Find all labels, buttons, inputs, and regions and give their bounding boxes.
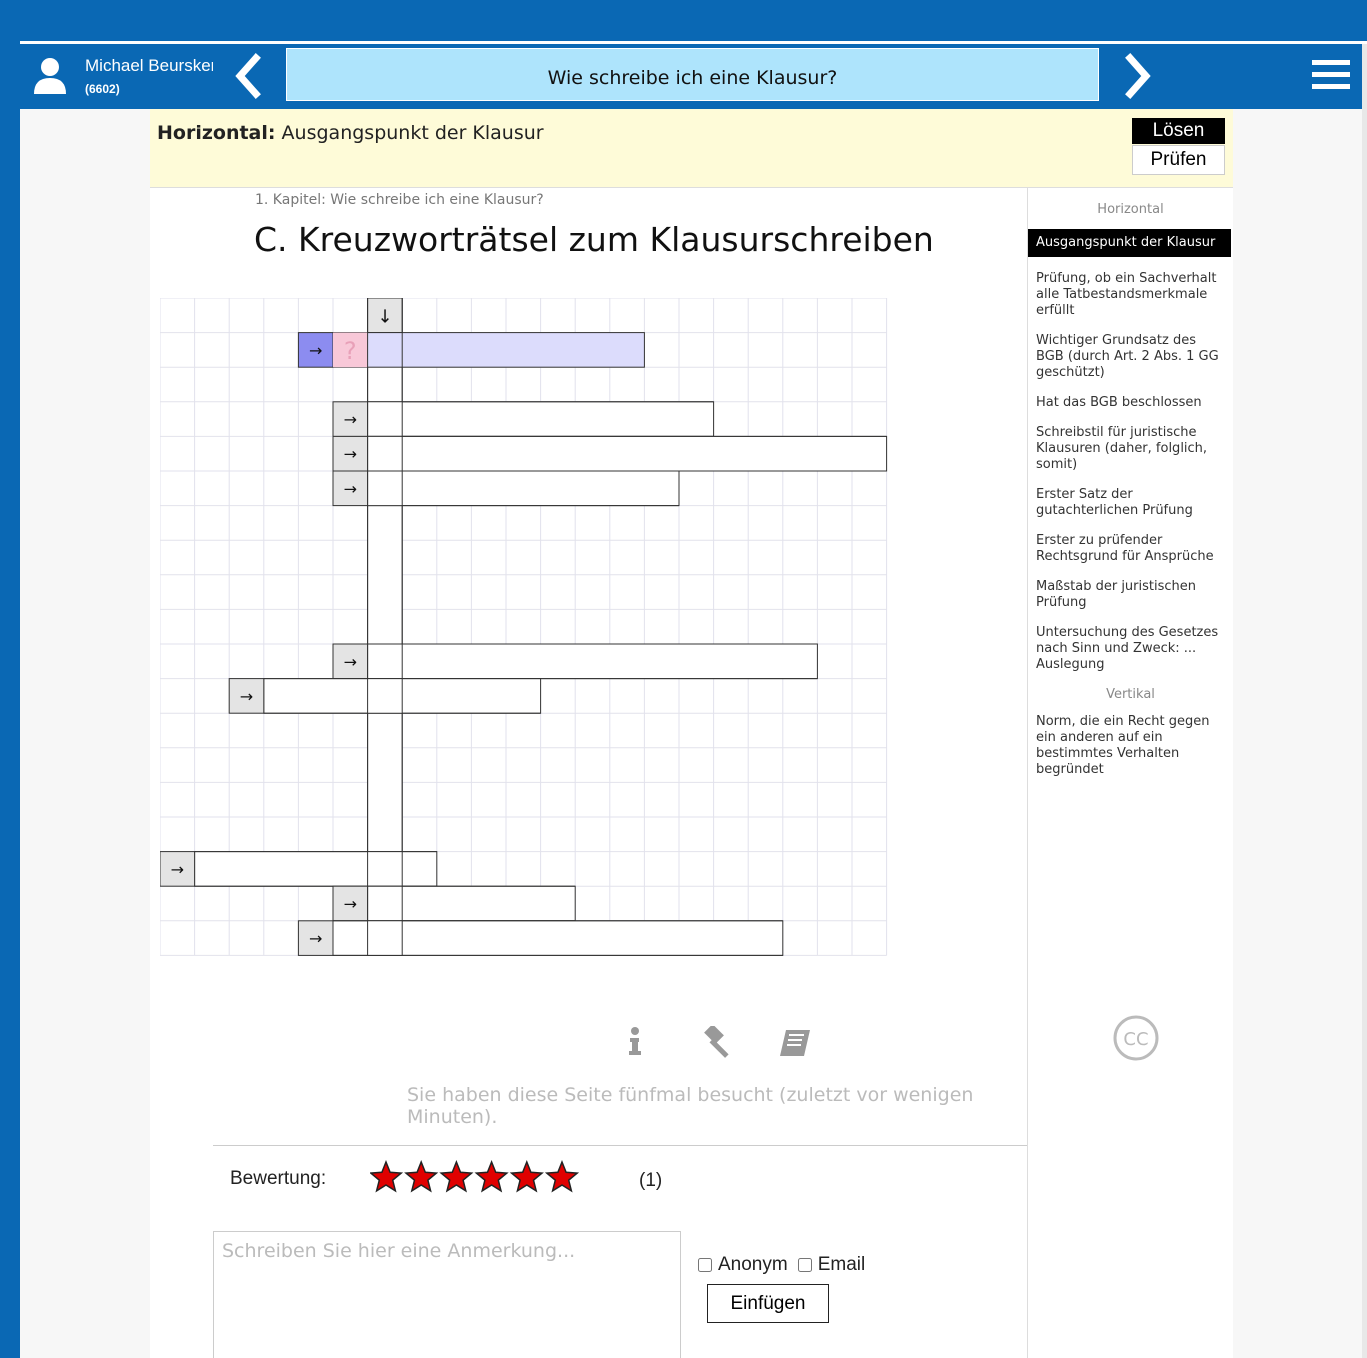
across-word-5[interactable]: → [332,643,818,680]
star-icon[interactable] [544,1160,580,1193]
star-icon[interactable] [404,1160,439,1193]
vertical-heading: Vertikal [1106,687,1155,702]
user-id: (6602) [85,82,120,96]
current-clue: Horizontal: Ausgangspunkt der Klausur [157,122,544,144]
active-cell-placeholder: ? [344,337,357,365]
solve-button[interactable]: Lösen [1132,118,1225,144]
across-word-4[interactable]: → [332,470,680,507]
book-icon[interactable] [780,1030,810,1056]
across-arrow: → [344,445,357,464]
across-word-2[interactable]: → [332,401,715,437]
page-tools [629,1026,810,1058]
scrollbar-track[interactable] [1362,44,1367,1358]
divider [213,1145,1133,1146]
anonym-label: Anonym [718,1254,788,1275]
gavel-icon[interactable] [704,1026,729,1058]
rating-stars[interactable] [370,1160,590,1196]
rating-count: (1) [639,1170,663,1191]
star-icon[interactable] [474,1160,509,1193]
left-gutter [20,109,150,1358]
across-word-7[interactable]: → [160,851,438,887]
top-navbar: Michael Beurskens (6602) Wie schreibe ic… [20,44,1362,109]
chevron-left-icon[interactable] [230,52,266,100]
clue-item-across-8[interactable]: Maßstab der juristischen Prüfung [1028,579,1233,611]
across-word-1[interactable]: →? [297,332,645,368]
across-arrow: → [344,479,357,498]
across-arrow: → [344,895,357,914]
breadcrumb[interactable]: 1. Kapitel: Wie schreibe ich eine Klausu… [255,192,544,208]
clue-item-down-1[interactable]: Norm, die ein Recht gegen ein anderen au… [1028,714,1233,778]
clue-item-across-9[interactable]: Untersuchung des Gesetzes nach Sinn und … [1028,625,1233,673]
across-word-8[interactable]: → [332,885,576,922]
creative-commons-icon[interactable]: CC [1112,1014,1160,1062]
cc-label: CC [1123,1029,1148,1050]
hamburger-menu-icon[interactable] [1312,58,1350,92]
rating-label: Bewertung: [230,1168,327,1189]
chevron-right-icon[interactable] [1120,52,1156,100]
across-arrow: → [344,410,357,429]
clue-item-across-6[interactable]: Erster Satz der gutachterlichen Prüfung [1028,487,1233,519]
user-icon[interactable] [32,56,68,96]
star-icon[interactable] [509,1160,544,1193]
across-word-9[interactable]: → [297,920,784,956]
main-content: 1. Kapitel: Wie schreibe ich eine Klausu… [150,188,1133,1358]
page-title: C. Kreuzworträtsel zum Klausurschreiben [254,220,934,259]
email-checkbox[interactable] [797,1258,812,1272]
down-arrow: ↓ [377,306,392,327]
across-arrow: → [171,860,184,879]
submit-comment-button[interactable]: Einfügen [707,1284,829,1323]
star-icon[interactable] [439,1160,474,1193]
anonym-checkbox[interactable] [698,1258,712,1272]
across-arrow: → [309,341,322,360]
clue-item-across-4[interactable]: Hat das BGB beschlossen [1028,395,1233,411]
across-arrow: → [240,687,253,706]
across-word-6[interactable]: → [228,678,542,714]
horizontal-heading: Horizontal [1097,202,1164,217]
email-label: Email [817,1254,866,1275]
crossword-grid[interactable]: ↓→ ?→→→→→→→→ [160,298,888,958]
chapter-title-box: Wie schreibe ich eine Klausur? [286,48,1099,101]
chapter-title: Wie schreibe ich eine Klausur? [547,66,838,89]
clue-bar: Horizontal: Ausgangspunkt der Klausur Lö… [150,109,1233,188]
across-arrow: → [309,929,322,948]
clue-sidebar: Horizontal Ausgangspunkt der Klausur Prü… [1027,188,1233,1358]
info-icon[interactable] [629,1027,641,1055]
clue-item-across-7[interactable]: Erster zu prüfender Rechtsgrund für Ansp… [1028,533,1233,565]
clue-item-across-3[interactable]: Wichtiger Grundsatz des BGB (durch Art. … [1028,333,1233,381]
visit-info: Sie haben diese Seite fünfmal besucht (z… [407,1084,974,1128]
comment-options: Anonym Email [698,1254,865,1276]
clue-text: Ausgangspunkt der Klausur [281,122,544,144]
check-button[interactable]: Prüfen [1132,145,1225,175]
clue-item-across-2[interactable]: Prüfung, ob ein Sachverhalt alle Tatbest… [1028,271,1233,319]
right-gutter [1233,109,1362,1358]
user-name[interactable]: Michael Beurskens [85,56,213,76]
across-arrow: → [344,652,357,671]
star-icon[interactable] [370,1160,404,1193]
clue-item-across-1[interactable]: Ausgangspunkt der Klausur [1028,229,1231,257]
comment-input[interactable] [213,1231,681,1358]
clue-item-across-5[interactable]: Schreibstil für juristische Klausuren (d… [1028,425,1233,473]
clue-direction: Horizontal: [157,122,276,144]
across-word-3[interactable]: → [332,435,888,472]
